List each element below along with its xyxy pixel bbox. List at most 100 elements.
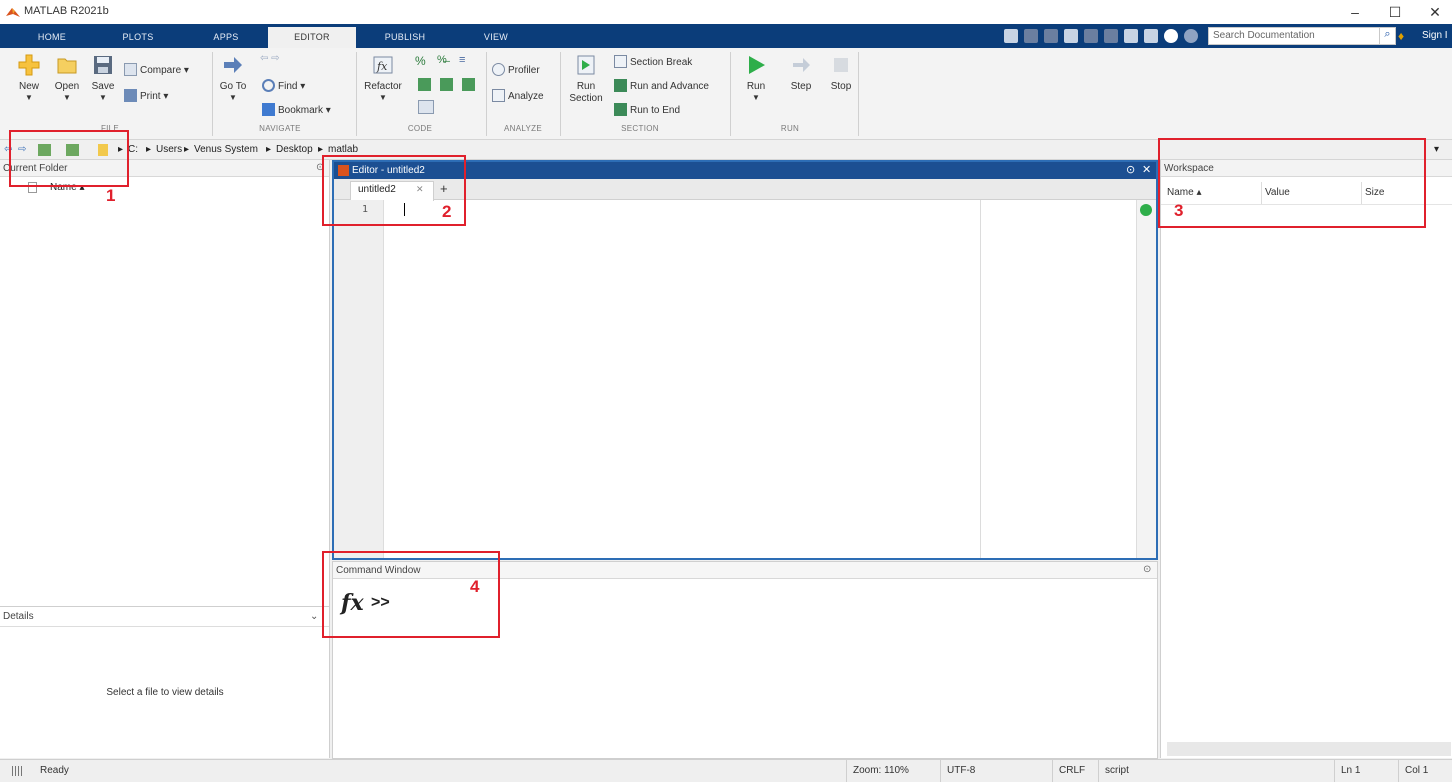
code-area[interactable] (384, 200, 980, 558)
print-button[interactable]: Print ▾ (124, 88, 168, 106)
status-ready: Ready (40, 765, 69, 776)
back-forward-icon[interactable]: ⇦ ⇨ (260, 50, 280, 68)
tab-home[interactable]: HOME (22, 24, 82, 48)
layout-quick-icon[interactable] (1144, 29, 1158, 43)
close-window-button[interactable]: ✕ (1420, 2, 1450, 22)
status-file-type: script (1098, 760, 1334, 782)
paste-quick-icon[interactable] (1064, 29, 1078, 43)
analyze-button[interactable]: Analyze (492, 88, 544, 106)
code-ok-status-icon[interactable] (1140, 204, 1152, 216)
breadcrumb-arrow: ▸ (318, 144, 324, 155)
new-button[interactable]: New ▼ (12, 54, 46, 102)
window-title: MATLAB R2021b (24, 5, 109, 17)
details-collapse-icon[interactable]: ⌄ (310, 611, 318, 622)
group-label-run: RUN (780, 124, 800, 133)
maximize-button[interactable]: ☐ (1380, 2, 1410, 22)
search-documentation-input[interactable]: Search Documentation (1208, 27, 1380, 45)
tab-view[interactable]: VIEW (466, 24, 526, 48)
code-options-icon[interactable] (418, 100, 434, 114)
status-line: Ln 1 (1334, 760, 1398, 782)
ribbon-separator (560, 52, 561, 136)
run-to-end-button[interactable]: Run to End (614, 102, 680, 120)
ribbon-separator (858, 52, 859, 136)
save-disk-icon (94, 56, 112, 74)
breadcrumb-desktop[interactable]: Desktop (276, 144, 313, 155)
run-and-advance-button[interactable]: Run and Advance (614, 78, 709, 96)
details-empty-message: Select a file to view details (106, 687, 224, 698)
tab-apps[interactable]: APPS (196, 24, 256, 48)
command-window-actions-icon[interactable]: ⊙ (1143, 564, 1151, 575)
breadcrumb-c[interactable]: C: (128, 144, 138, 155)
bookmark-icon (262, 103, 275, 116)
stop-button[interactable]: Stop (826, 54, 856, 93)
section-break-button[interactable]: Section Break (614, 54, 692, 72)
address-dropdown-icon[interactable]: ▾ (1434, 144, 1439, 155)
refactor-button[interactable]: fx Refactor ▼ (360, 54, 406, 102)
step-arrow-icon (793, 58, 810, 72)
print-icon (124, 89, 137, 102)
title-bar: MATLAB R2021b – ☐ ✕ (0, 0, 1452, 24)
section-break-icon (614, 55, 627, 68)
bookmark-button[interactable]: Bookmark ▾ (262, 102, 331, 120)
ribbon-separator (212, 52, 213, 136)
breadcrumb-arrow: ▸ (146, 144, 152, 155)
profiler-clock-icon (492, 63, 505, 76)
notification-bell-icon[interactable]: ♦ (1398, 29, 1412, 43)
minimize-button[interactable]: – (1340, 2, 1370, 22)
undo-quick-icon[interactable] (1084, 29, 1098, 43)
copy-quick-icon[interactable] (1044, 29, 1058, 43)
editor-close-icon[interactable]: ✕ (1142, 163, 1151, 176)
options-quick-icon[interactable] (1184, 29, 1198, 43)
run-to-end-icon (614, 103, 627, 116)
cut-quick-icon[interactable] (1024, 29, 1038, 43)
matlab-logo-icon (6, 8, 20, 17)
breadcrumb-users[interactable]: Users (156, 144, 182, 155)
breadcrumb-venus-system[interactable]: Venus System (194, 144, 258, 155)
stop-square-icon (834, 58, 848, 72)
find-button[interactable]: Find ▾ (262, 78, 305, 96)
tab-plots[interactable]: PLOTS (108, 24, 168, 48)
breadcrumb-arrow: ▸ (266, 144, 272, 155)
save-button[interactable]: Save ▼ (88, 54, 118, 102)
run-section-icon (577, 55, 595, 75)
status-eol: CRLF (1052, 760, 1098, 782)
run-and-advance-icon (614, 79, 627, 92)
group-label-analyze: ANALYZE (504, 124, 542, 133)
ribbon-separator (486, 52, 487, 136)
breadcrumb-arrow: ▸ (184, 144, 190, 155)
uncomment-icon[interactable]: %̶ (437, 54, 447, 66)
workspace-horizontal-scrollbar[interactable] (1167, 742, 1451, 756)
tab-editor[interactable]: EDITOR (268, 24, 356, 48)
increase-indent-icon[interactable] (462, 78, 475, 91)
editor-actions-icon[interactable]: ⊙ (1126, 163, 1135, 176)
annotation-label-3: 3 (1174, 201, 1184, 220)
group-label-navigate: NAVIGATE (259, 124, 301, 133)
wrap-comments-icon[interactable]: ≡ (459, 54, 465, 66)
redo-quick-icon[interactable] (1104, 29, 1118, 43)
smart-indent-icon[interactable] (418, 78, 431, 91)
run-button[interactable]: Run ▼ (738, 54, 774, 102)
annotation-label-2: 2 (442, 202, 452, 221)
status-zoom: Zoom: 110% (846, 760, 940, 782)
sign-in-link[interactable]: Sign I (1422, 30, 1448, 41)
search-icon[interactable]: ⌕ (1380, 27, 1396, 45)
help-quick-icon[interactable] (1164, 29, 1178, 43)
details-panel: Details ⌄ Select a file to view details (0, 606, 330, 758)
breadcrumb-matlab[interactable]: matlab (328, 144, 358, 155)
status-activity-icon (12, 766, 24, 776)
open-button[interactable]: Open ▼ (50, 54, 84, 102)
open-folder-icon (57, 58, 77, 74)
decrease-indent-icon[interactable] (440, 78, 453, 91)
run-section-button[interactable]: Run Section (564, 54, 608, 105)
annotation-label-4: 4 (470, 577, 480, 596)
editor-scrollbar[interactable] (1136, 200, 1156, 558)
profiler-button[interactable]: Profiler (492, 62, 540, 80)
comment-icon[interactable]: % (415, 54, 426, 68)
goto-button[interactable]: Go To ▼ (216, 54, 250, 102)
switch-windows-quick-icon[interactable] (1124, 29, 1138, 43)
save-quick-icon[interactable] (1004, 29, 1018, 43)
step-button[interactable]: Step (786, 54, 816, 93)
right-margin-line (980, 200, 981, 558)
compare-button[interactable]: Compare ▾ (124, 62, 189, 80)
tab-publish[interactable]: PUBLISH (372, 24, 438, 48)
